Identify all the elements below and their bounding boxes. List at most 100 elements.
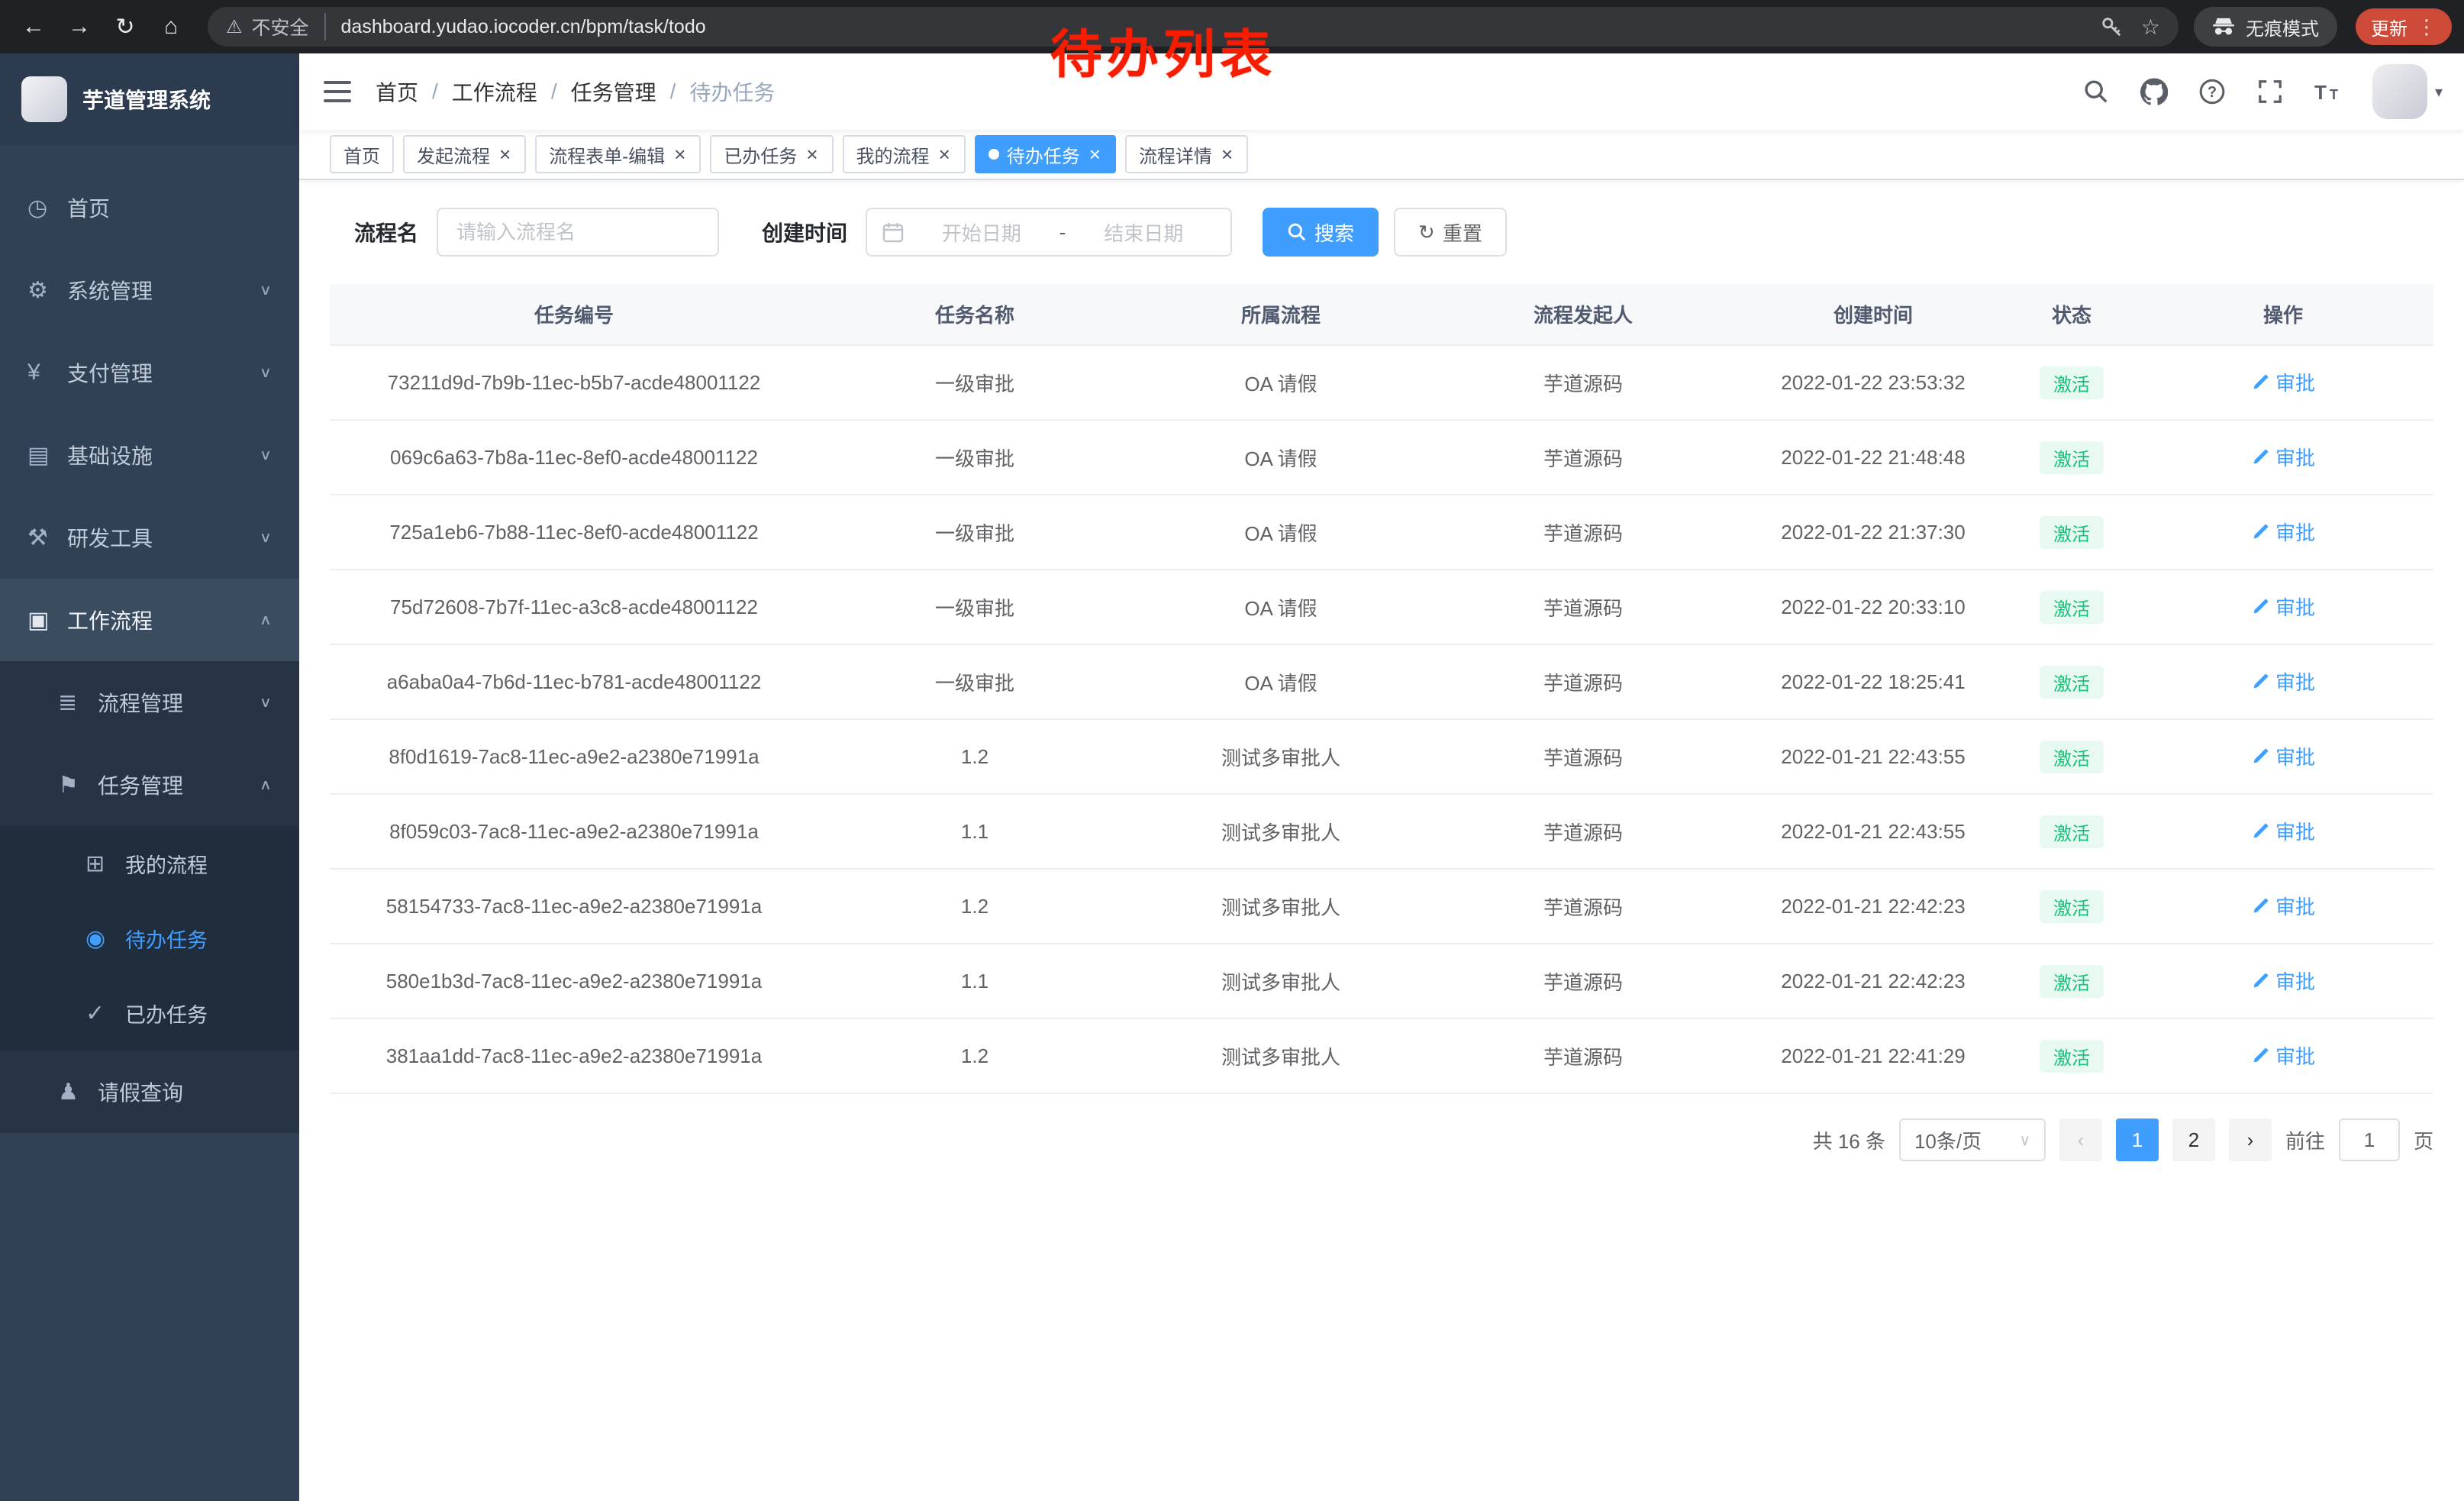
next-page-button[interactable]: › (2229, 1118, 2272, 1161)
approve-link[interactable]: 审批 (2251, 592, 2315, 621)
cell-process: 测试多审批人 (1131, 869, 1430, 944)
status-badge: 激活 (2040, 366, 2104, 399)
close-icon[interactable]: × (498, 144, 512, 164)
bookmark-star-icon[interactable]: ☆ (2141, 15, 2160, 40)
fullscreen-icon[interactable] (2241, 53, 2299, 130)
goto-page-input[interactable] (2339, 1118, 2400, 1161)
end-date-placeholder[interactable]: 结束日期 (1072, 218, 1215, 247)
cell-task-id: 381aa1dd-7ac8-11ec-a9e2-a2380e71991a (330, 1018, 818, 1093)
cell-created: 2022-01-21 22:41:29 (1736, 1018, 2011, 1093)
prev-page-button[interactable]: ‹ (2059, 1118, 2102, 1161)
browser-home-button[interactable]: ⌂ (150, 5, 192, 48)
sidebar-item-task-management[interactable]: ⚑ 任务管理 ∧ (0, 744, 299, 826)
sidebar-item-infrastructure[interactable]: ▤ 基础设施 ∨ (0, 414, 299, 496)
cell-created: 2022-01-22 23:53:32 (1736, 345, 2011, 420)
status-badge: 激活 (2040, 965, 2104, 998)
incognito-icon (2212, 17, 2235, 37)
sidebar-item-done-tasks[interactable]: ✓ 已办任务 (0, 976, 299, 1051)
status-badge: 激活 (2040, 741, 2104, 773)
sidebar-item-payment[interactable]: ¥ 支付管理 ∨ (0, 331, 299, 414)
tab-todo-tasks[interactable]: 待办任务 × (975, 135, 1116, 173)
breadcrumb: 首页 / 工作流程 / 任务管理 / 待办任务 (376, 76, 775, 107)
page-button-2[interactable]: 2 (2172, 1118, 2215, 1161)
close-icon[interactable]: × (672, 144, 687, 164)
browser-update-button[interactable]: 更新 ⋮ (2356, 8, 2452, 45)
tab-label: 我的流程 (856, 141, 930, 168)
sidebar-item-my-processes[interactable]: ⊞ 我的流程 (0, 826, 299, 901)
approve-link[interactable]: 审批 (2251, 742, 2315, 770)
browser-back-button[interactable]: ← (12, 5, 55, 48)
tab-process-form-edit[interactable]: 流程表单-编辑 × (535, 135, 701, 173)
sidebar-item-home[interactable]: ◷ 首页 (0, 166, 299, 249)
sidebar-item-devtools[interactable]: ⚒ 研发工具 ∨ (0, 496, 299, 579)
security-chip[interactable]: ⚠ 不安全 (226, 13, 326, 40)
gear-icon: ⚙ (27, 277, 67, 304)
flag-icon: ⚑ (58, 772, 98, 799)
cell-process: 测试多审批人 (1131, 794, 1430, 869)
approve-link[interactable]: 审批 (2251, 667, 2315, 696)
page-size-select[interactable]: 10条/页 ∨ (1899, 1118, 2046, 1161)
cell-status: 激活 (2011, 495, 2133, 570)
search-icon[interactable] (2067, 53, 2125, 130)
sidebar-item-process-management[interactable]: ≣ 流程管理 ∨ (0, 661, 299, 744)
approve-link[interactable]: 审批 (2251, 892, 2315, 920)
close-icon[interactable]: × (937, 144, 952, 164)
sidebar-item-label: 研发工具 (67, 522, 153, 553)
edit-icon (2251, 598, 2269, 616)
breadcrumb-item[interactable]: 工作流程 (452, 76, 537, 107)
approve-link[interactable]: 审批 (2251, 518, 2315, 546)
date-range-picker[interactable]: 开始日期 - 结束日期 (866, 208, 1232, 257)
font-size-icon[interactable]: T T (2299, 53, 2357, 130)
password-key-icon[interactable] (2100, 15, 2123, 38)
create-time-label: 创建时间 (762, 217, 847, 247)
breadcrumb-item[interactable]: 首页 (376, 76, 418, 107)
sidebar-item-leave-query[interactable]: ♟ 请假查询 (0, 1051, 299, 1133)
approve-link[interactable]: 审批 (2251, 1041, 2315, 1070)
approve-link[interactable]: 审批 (2251, 967, 2315, 995)
col-initiator: 流程发起人 (1430, 284, 1736, 345)
sidebar-item-label: 系统管理 (67, 275, 153, 305)
avatar-caret-icon[interactable]: ▾ (2435, 82, 2443, 102)
tab-my-processes[interactable]: 我的流程 × (843, 135, 966, 173)
table-row: 069c6a63-7b8a-11ec-8ef0-acde48001122 一级审… (330, 420, 2433, 495)
browser-reload-button[interactable]: ↻ (104, 5, 147, 48)
tab-done-tasks[interactable]: 已办任务 × (710, 135, 833, 173)
table-row: 725a1eb6-7b88-11ec-8ef0-acde48001122 一级审… (330, 495, 2433, 570)
browser-menu-icon[interactable]: ⋮ (2417, 15, 2437, 39)
sidebar-collapse-icon[interactable] (299, 79, 376, 104)
reset-button[interactable]: ↻ 重置 (1394, 208, 1507, 257)
sidebar-item-system[interactable]: ⚙ 系统管理 ∨ (0, 249, 299, 331)
process-name-input[interactable] (437, 208, 719, 257)
sidebar-item-todo-tasks[interactable]: ◉ 待办任务 (0, 901, 299, 976)
cell-status: 激活 (2011, 1018, 2133, 1093)
browser-forward-button[interactable]: → (58, 5, 101, 48)
search-button[interactable]: 搜索 (1263, 208, 1379, 257)
cell-status: 激活 (2011, 869, 2133, 944)
close-icon[interactable]: × (1088, 144, 1102, 164)
cell-initiator: 芋道源码 (1430, 869, 1736, 944)
page-button-1[interactable]: 1 (2116, 1118, 2159, 1161)
sidebar-item-label: 首页 (67, 192, 110, 223)
sidebar-item-label: 基础设施 (67, 440, 153, 470)
approve-link[interactable]: 审批 (2251, 443, 2315, 471)
tab-home[interactable]: 首页 (330, 135, 394, 173)
approve-link[interactable]: 审批 (2251, 368, 2315, 396)
sidebar-item-workflow[interactable]: ▣ 工作流程 ∧ (0, 579, 299, 661)
sidebar-menu: ◷ 首页 ⚙ 系统管理 ∨ ¥ 支付管理 ∨ ▤ 基础设施 ∨ ⚒ 研发工具 ∨ (0, 145, 299, 1133)
app-logo-row[interactable]: 芋道管理系统 (0, 53, 299, 145)
close-icon[interactable]: × (1220, 144, 1234, 164)
col-task-name: 任务名称 (818, 284, 1131, 345)
check-icon: ✓ (85, 1000, 125, 1027)
tab-start-process[interactable]: 发起流程 × (403, 135, 526, 173)
approve-label: 审批 (2275, 892, 2315, 920)
breadcrumb-item[interactable]: 任务管理 (571, 76, 656, 107)
user-avatar[interactable] (2372, 64, 2427, 119)
github-icon[interactable] (2125, 53, 2183, 130)
close-icon[interactable]: × (805, 144, 819, 164)
approve-link[interactable]: 审批 (2251, 817, 2315, 845)
tab-label: 流程详情 (1139, 141, 1212, 168)
start-date-placeholder[interactable]: 开始日期 (910, 218, 1053, 247)
range-separator: - (1059, 221, 1066, 244)
help-icon[interactable]: ? (2183, 53, 2241, 130)
tab-process-detail[interactable]: 流程详情 × (1125, 135, 1248, 173)
